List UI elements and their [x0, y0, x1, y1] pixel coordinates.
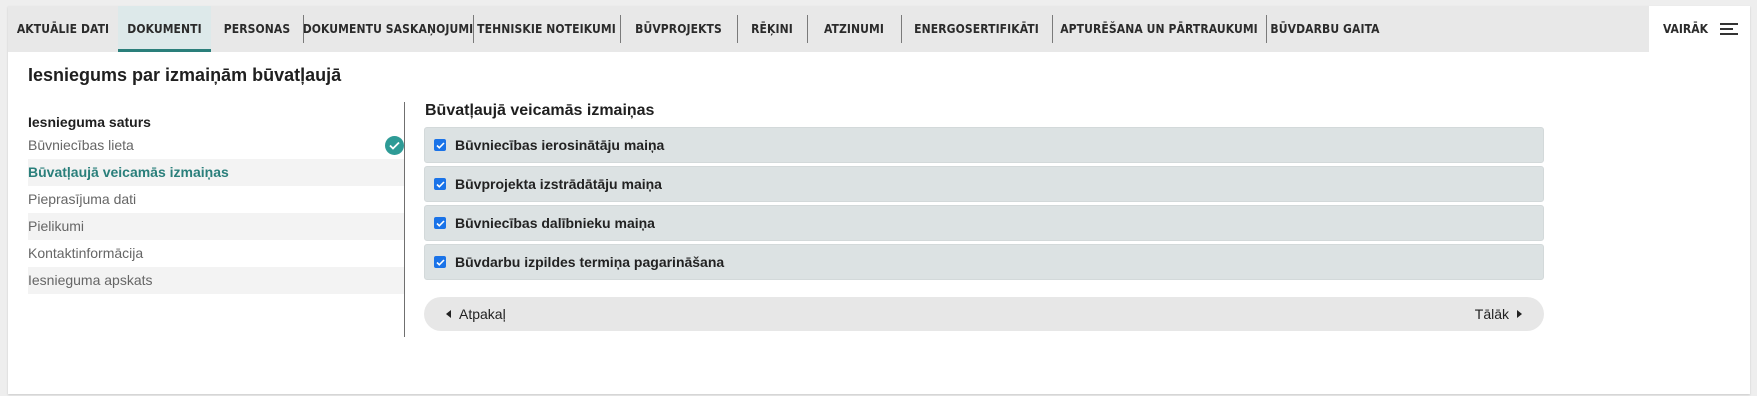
change-options: Būvniecības ierosinātāju maiņa Būvprojek…: [424, 127, 1544, 283]
sidebar-item-pielikumi[interactable]: Pielikumi: [28, 213, 404, 240]
sidebar-heading: Iesnieguma saturs: [28, 114, 151, 130]
sidebar-item-label: Būvatļaujā veicamās izmaiņas: [28, 164, 229, 180]
vertical-divider: [404, 102, 405, 337]
tab-aktualie-dati[interactable]: Aktuālie dati: [8, 6, 118, 52]
sidebar-item-label: Kontaktinformācija: [28, 245, 144, 261]
back-label: Atpakaļ: [459, 306, 506, 322]
option-label: Būvniecības dalībnieku maiņa: [455, 215, 655, 231]
tab-buvdarbu-gaita[interactable]: Būvdarbu gaita: [1266, 6, 1384, 52]
sidebar-item-kontaktinformacija[interactable]: Kontaktinformācija: [28, 240, 404, 267]
section-title: Būvatļaujā veicamās izmaiņas: [425, 102, 655, 119]
caret-right-icon: [1517, 310, 1522, 318]
tab-list: Aktuālie dati Dokumenti Personas Dokumen…: [8, 6, 1384, 52]
tab-dokumenti[interactable]: Dokumenti: [118, 6, 211, 52]
tab-energosertifikati[interactable]: Energosertifikāti: [901, 6, 1052, 52]
sidebar-item-buvniecibas-lieta[interactable]: Būvniecības lieta: [28, 132, 404, 159]
more-label: Vairāk: [1663, 22, 1708, 36]
tab-dokumentu-saskanojumi[interactable]: Dokumentu saskaņojumi: [303, 6, 473, 52]
option-label: Būvniecības ierosinātāju maiņa: [455, 137, 665, 153]
tab-bar: Aktuālie dati Dokumenti Personas Dokumen…: [8, 6, 1750, 52]
sidebar: Iesnieguma saturs Būvniecības lieta Būva…: [28, 112, 404, 294]
caret-left-icon: [446, 310, 451, 318]
tab-personas[interactable]: Personas: [211, 6, 303, 52]
check-circle-icon: [385, 136, 404, 155]
sidebar-item-pieprasijuma-dati[interactable]: Pieprasījuma dati: [28, 186, 404, 213]
tab-buvprojekts[interactable]: Būvprojekts: [620, 6, 737, 52]
page-title: Iesniegums par izmaiņām būvatļaujā: [28, 65, 342, 85]
tab-aptuersana-un-partraukumi[interactable]: Apturēšana un pārtraukumi: [1052, 6, 1266, 52]
back-button[interactable]: Atpakaļ: [446, 297, 506, 331]
option-label: Būvdarbu izpildes termiņa pagarināšana: [455, 254, 725, 270]
sidebar-item-iesnieguma-apskats[interactable]: Iesnieguma apskats: [28, 267, 404, 294]
tab-rekini[interactable]: Rēķini: [737, 6, 807, 52]
checkbox-checked-icon[interactable]: [434, 256, 446, 268]
more-button[interactable]: Vairāk: [1649, 6, 1750, 52]
sidebar-item-label: Pieprasījuma dati: [28, 191, 137, 207]
option-buvdarbu-izpildes-termina-pagarinasana[interactable]: Būvdarbu izpildes termiņa pagarināšana: [424, 244, 1544, 280]
sidebar-item-buvatlauja-veicamas-izmainas[interactable]: Būvatļaujā veicamās izmaiņas: [28, 159, 404, 186]
checkbox-checked-icon[interactable]: [434, 139, 446, 151]
tab-tehniskie-noteikumi[interactable]: Tehniskie noteikumi: [473, 6, 620, 52]
tab-atzinumi[interactable]: Atzinumi: [807, 6, 901, 52]
checkbox-checked-icon[interactable]: [434, 178, 446, 190]
next-button[interactable]: Tālāk: [1475, 297, 1522, 331]
next-label: Tālāk: [1474, 306, 1509, 322]
option-label: Būvprojekta izstrādātāju maiņa: [455, 176, 662, 192]
sidebar-item-label: Iesnieguma apskats: [28, 272, 153, 288]
main-card: Aktuālie dati Dokumenti Personas Dokumen…: [8, 6, 1750, 394]
option-buvniecibas-dalibnieku-maina[interactable]: Būvniecības dalībnieku maiņa: [424, 205, 1544, 241]
checkbox-checked-icon[interactable]: [434, 217, 446, 229]
menu-icon: [1719, 23, 1738, 35]
sidebar-item-label: Pielikumi: [28, 218, 85, 234]
option-buvprojekta-izstradataju-maina[interactable]: Būvprojekta izstrādātāju maiņa: [424, 166, 1544, 202]
sidebar-item-label: Būvniecības lieta: [28, 137, 134, 153]
step-navigation: Atpakaļ Tālāk: [424, 297, 1544, 331]
option-buvniecibas-ierosinataju-maina[interactable]: Būvniecības ierosinātāju maiņa: [424, 127, 1544, 163]
